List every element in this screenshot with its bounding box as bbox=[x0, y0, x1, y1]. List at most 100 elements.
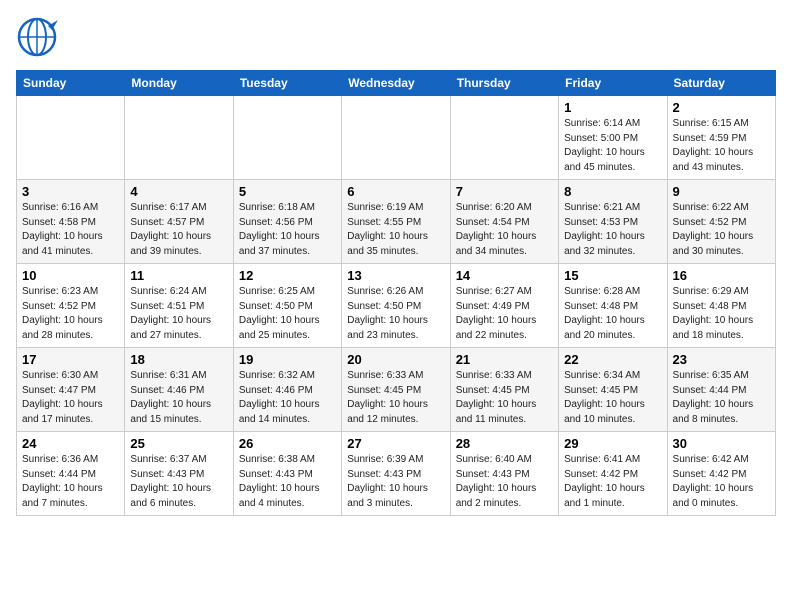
day-number: 28 bbox=[456, 436, 553, 451]
day-info: Sunrise: 6:16 AMSunset: 4:58 PMDaylight:… bbox=[22, 201, 119, 259]
day-number: 9 bbox=[673, 184, 770, 199]
calendar-cell: 21Sunrise: 6:33 AMSunset: 4:45 PMDayligh… bbox=[450, 348, 558, 432]
day-info: Sunrise: 6:33 AMSunset: 4:45 PMDaylight:… bbox=[456, 369, 553, 427]
calendar-cell: 27 Sunrise: 6:39 AMSunset: 4:43 PMDayligh… bbox=[342, 432, 450, 516]
day-number: 1 bbox=[564, 100, 661, 115]
logo-globe-icon bbox=[16, 16, 58, 58]
day-info: Sunrise: 6:42 AMSunset: 4:42 PMDaylight:… bbox=[673, 453, 770, 511]
day-info: Sunrise: 6:28 AMSunset: 4:48 PMDaylight:… bbox=[564, 285, 661, 343]
calendar-cell: 14 Sunrise: 6:27 AMSunset: 4:49 PMDayligh… bbox=[450, 264, 558, 348]
calendar-cell: 11 Sunrise: 6:24 AMSunset: 4:51 PMDayligh… bbox=[125, 264, 233, 348]
day-info: Sunrise: 6:39 AMSunset: 4:43 PMDaylight:… bbox=[347, 453, 444, 511]
calendar-header: SundayMondayTuesdayWednesdayThursdayFrid… bbox=[17, 71, 776, 96]
calendar-cell bbox=[233, 96, 341, 180]
day-number: 14 bbox=[456, 268, 553, 283]
calendar-cell: 25 Sunrise: 6:37 AMSunset: 4:43 PMDayligh… bbox=[125, 432, 233, 516]
day-info: Sunrise: 6:18 AMSunset: 4:56 PMDaylight:… bbox=[239, 201, 336, 259]
day-info: Sunrise: 6:40 AMSunset: 4:43 PMDaylight:… bbox=[456, 453, 553, 511]
calendar-cell: 17 Sunrise: 6:30 AMSunset: 4:47 PMDayligh… bbox=[17, 348, 125, 432]
day-number: 20 bbox=[347, 352, 444, 367]
day-number: 24 bbox=[22, 436, 119, 451]
day-info: Sunrise: 6:25 AMSunset: 4:50 PMDaylight:… bbox=[239, 285, 336, 343]
day-info: Sunrise: 6:41 AMSunset: 4:42 PMDaylight:… bbox=[564, 453, 661, 511]
header-day-tuesday: Tuesday bbox=[233, 71, 341, 96]
header-day-saturday: Saturday bbox=[667, 71, 775, 96]
day-number: 23 bbox=[673, 352, 770, 367]
day-number: 5 bbox=[239, 184, 336, 199]
calendar-cell: 26Sunrise: 6:38 AMSunset: 4:43 PMDayligh… bbox=[233, 432, 341, 516]
day-number: 18 bbox=[130, 352, 227, 367]
calendar-cell: 9 Sunrise: 6:22 AMSunset: 4:52 PMDaylight… bbox=[667, 180, 775, 264]
day-number: 27 bbox=[347, 436, 444, 451]
day-info: Sunrise: 6:22 AMSunset: 4:52 PMDaylight:… bbox=[673, 201, 770, 259]
calendar-cell: 19Sunrise: 6:32 AMSunset: 4:46 PMDayligh… bbox=[233, 348, 341, 432]
calendar-cell: 3 Sunrise: 6:16 AMSunset: 4:58 PMDaylight… bbox=[17, 180, 125, 264]
logo bbox=[16, 16, 70, 58]
day-number: 11 bbox=[130, 268, 227, 283]
day-info: Sunrise: 6:20 AMSunset: 4:54 PMDaylight:… bbox=[456, 201, 553, 259]
calendar-cell: 18 Sunrise: 6:31 AMSunset: 4:46 PMDayligh… bbox=[125, 348, 233, 432]
calendar-cell: 13 Sunrise: 6:26 AMSunset: 4:50 PMDayligh… bbox=[342, 264, 450, 348]
day-number: 4 bbox=[130, 184, 227, 199]
day-number: 6 bbox=[347, 184, 444, 199]
day-info: Sunrise: 6:33 AMSunset: 4:45 PMDaylight:… bbox=[347, 369, 444, 427]
day-info: Sunrise: 6:30 AMSunset: 4:47 PMDaylight:… bbox=[22, 369, 119, 427]
day-info: Sunrise: 6:15 AMSunset: 4:59 PMDaylight:… bbox=[673, 117, 770, 175]
week-row-3: 10 Sunrise: 6:23 AMSunset: 4:52 PMDayligh… bbox=[17, 264, 776, 348]
day-info: Sunrise: 6:24 AMSunset: 4:51 PMDaylight:… bbox=[130, 285, 227, 343]
day-number: 10 bbox=[22, 268, 119, 283]
day-info: Sunrise: 6:31 AMSunset: 4:46 PMDaylight:… bbox=[130, 369, 227, 427]
calendar-cell: 12 Sunrise: 6:25 AMSunset: 4:50 PMDayligh… bbox=[233, 264, 341, 348]
day-number: 15 bbox=[564, 268, 661, 283]
header-day-friday: Friday bbox=[559, 71, 667, 96]
day-number: 16 bbox=[673, 268, 770, 283]
day-number: 3 bbox=[22, 184, 119, 199]
header-day-wednesday: Wednesday bbox=[342, 71, 450, 96]
day-info: Sunrise: 6:14 AMSunset: 5:00 PMDaylight:… bbox=[564, 117, 661, 175]
calendar-cell: 1 Sunrise: 6:14 AMSunset: 5:00 PMDaylight… bbox=[559, 96, 667, 180]
day-info: Sunrise: 6:35 AMSunset: 4:44 PMDaylight:… bbox=[673, 369, 770, 427]
header-day-monday: Monday bbox=[125, 71, 233, 96]
day-info: Sunrise: 6:37 AMSunset: 4:43 PMDaylight:… bbox=[130, 453, 227, 511]
day-info: Sunrise: 6:23 AMSunset: 4:52 PMDaylight:… bbox=[22, 285, 119, 343]
day-number: 26 bbox=[239, 436, 336, 451]
day-info: Sunrise: 6:19 AMSunset: 4:55 PMDaylight:… bbox=[347, 201, 444, 259]
header-row: SundayMondayTuesdayWednesdayThursdayFrid… bbox=[17, 71, 776, 96]
calendar-cell: 20 Sunrise: 6:33 AMSunset: 4:45 PMDayligh… bbox=[342, 348, 450, 432]
calendar-cell: 15 Sunrise: 6:28 AMSunset: 4:48 PMDayligh… bbox=[559, 264, 667, 348]
week-row-4: 17 Sunrise: 6:30 AMSunset: 4:47 PMDayligh… bbox=[17, 348, 776, 432]
day-info: Sunrise: 6:32 AMSunset: 4:46 PMDaylight:… bbox=[239, 369, 336, 427]
day-info: Sunrise: 6:27 AMSunset: 4:49 PMDaylight:… bbox=[456, 285, 553, 343]
calendar-cell: 28 Sunrise: 6:40 AMSunset: 4:43 PMDayligh… bbox=[450, 432, 558, 516]
day-number: 13 bbox=[347, 268, 444, 283]
calendar-cell: 8Sunrise: 6:21 AMSunset: 4:53 PMDaylight… bbox=[559, 180, 667, 264]
calendar-cell bbox=[450, 96, 558, 180]
day-number: 29 bbox=[564, 436, 661, 451]
calendar-cell: 10 Sunrise: 6:23 AMSunset: 4:52 PMDayligh… bbox=[17, 264, 125, 348]
day-number: 17 bbox=[22, 352, 119, 367]
day-info: Sunrise: 6:17 AMSunset: 4:57 PMDaylight:… bbox=[130, 201, 227, 259]
day-number: 25 bbox=[130, 436, 227, 451]
calendar-cell: 30 Sunrise: 6:42 AMSunset: 4:42 PMDayligh… bbox=[667, 432, 775, 516]
calendar-cell bbox=[17, 96, 125, 180]
calendar-cell: 23 Sunrise: 6:35 AMSunset: 4:44 PMDayligh… bbox=[667, 348, 775, 432]
calendar-cell: 4 Sunrise: 6:17 AMSunset: 4:57 PMDaylight… bbox=[125, 180, 233, 264]
day-number: 30 bbox=[673, 436, 770, 451]
week-row-1: 1 Sunrise: 6:14 AMSunset: 5:00 PMDaylight… bbox=[17, 96, 776, 180]
calendar-cell bbox=[125, 96, 233, 180]
calendar-cell bbox=[342, 96, 450, 180]
calendar-cell: 24 Sunrise: 6:36 AMSunset: 4:44 PMDayligh… bbox=[17, 432, 125, 516]
header-day-thursday: Thursday bbox=[450, 71, 558, 96]
day-number: 12 bbox=[239, 268, 336, 283]
day-info: Sunrise: 6:36 AMSunset: 4:44 PMDaylight:… bbox=[22, 453, 119, 511]
day-number: 22 bbox=[564, 352, 661, 367]
day-number: 7 bbox=[456, 184, 553, 199]
calendar-cell: 6 Sunrise: 6:19 AMSunset: 4:55 PMDaylight… bbox=[342, 180, 450, 264]
day-info: Sunrise: 6:26 AMSunset: 4:50 PMDaylight:… bbox=[347, 285, 444, 343]
calendar-cell: 7 Sunrise: 6:20 AMSunset: 4:54 PMDaylight… bbox=[450, 180, 558, 264]
calendar-cell: 22Sunrise: 6:34 AMSunset: 4:45 PMDayligh… bbox=[559, 348, 667, 432]
calendar-table: SundayMondayTuesdayWednesdayThursdayFrid… bbox=[16, 70, 776, 516]
header bbox=[16, 16, 776, 58]
calendar-body: 1 Sunrise: 6:14 AMSunset: 5:00 PMDaylight… bbox=[17, 96, 776, 516]
day-number: 2 bbox=[673, 100, 770, 115]
